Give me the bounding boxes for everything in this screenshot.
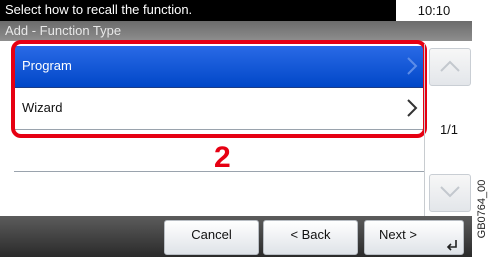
cancel-button-label: Cancel (191, 227, 232, 242)
scroll-down-button[interactable] (429, 174, 471, 212)
figure-code-text: GB0764_00 (476, 179, 488, 239)
figure-code: GB0764_00 (475, 170, 489, 250)
page-indicator: 1/1 (439, 122, 459, 137)
back-button-label: < Back (290, 227, 331, 242)
list-item-wizard[interactable]: Wizard (14, 88, 424, 130)
enter-key-icon (446, 240, 457, 251)
scroll-panel: 1/1 (424, 44, 473, 216)
message-bar: Select how to recall the function. 10:10 (0, 0, 472, 21)
screen-title: Add - Function Type (5, 23, 122, 38)
clock-display: 10:10 (396, 0, 472, 21)
list-item-label: Wizard (22, 100, 63, 115)
list-item-empty (14, 172, 424, 213)
next-button-label: Next > (379, 227, 417, 242)
touch-panel-screen: Select how to recall the function. 10:10… (0, 0, 472, 257)
scroll-up-button[interactable] (429, 48, 471, 86)
chevron-down-icon (440, 186, 460, 198)
screen-title-bar: Add - Function Type (0, 21, 472, 41)
chevron-right-icon (406, 56, 418, 76)
step-number-callout: 2 (214, 141, 231, 174)
function-type-list: Program Wizard (14, 46, 424, 216)
list-item-label: Program (22, 58, 72, 73)
next-button[interactable]: Next > (364, 220, 464, 255)
message-text: Select how to recall the function. (5, 2, 193, 17)
cancel-button[interactable]: Cancel (164, 220, 259, 255)
button-bar: Cancel < Back Next > (0, 216, 472, 257)
list-item-program[interactable]: Program (14, 46, 424, 88)
back-button[interactable]: < Back (263, 220, 358, 255)
chevron-up-icon (440, 60, 460, 72)
chevron-right-icon (406, 98, 418, 118)
